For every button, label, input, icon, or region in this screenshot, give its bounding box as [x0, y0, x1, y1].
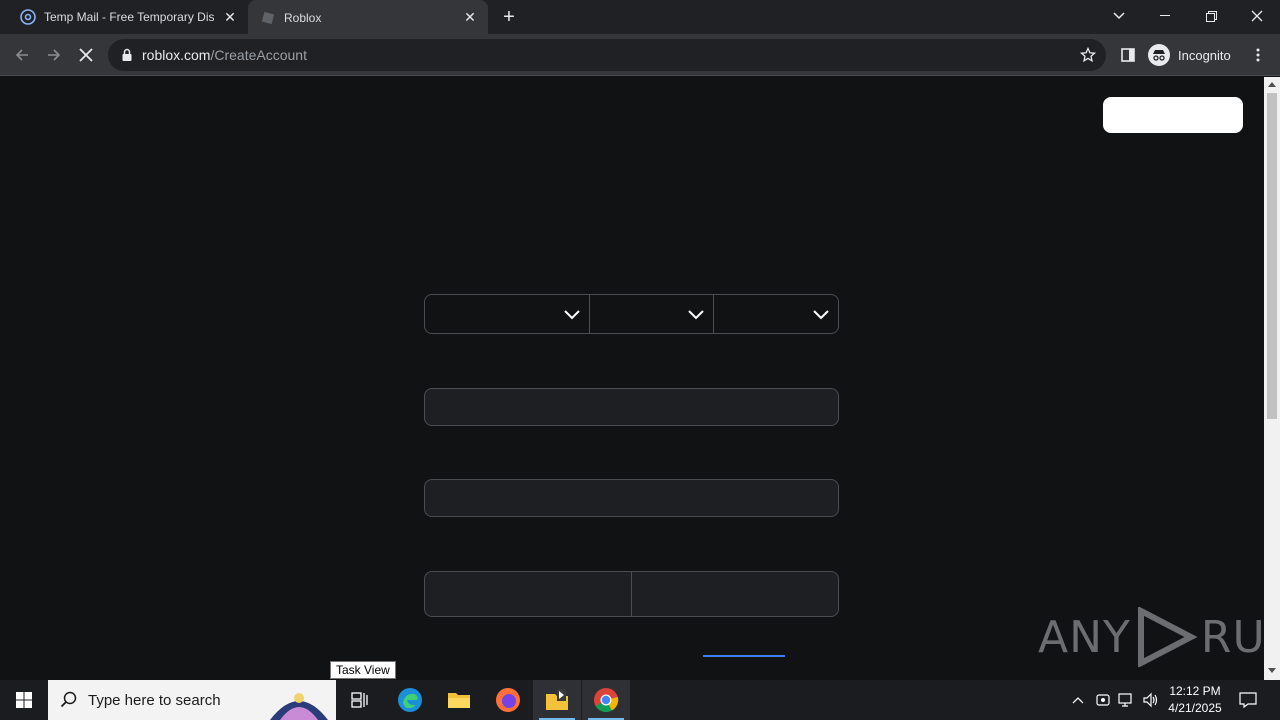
scrollbar-thumb[interactable]: [1267, 93, 1277, 419]
bookmark-star-icon[interactable]: [1080, 47, 1096, 63]
taskbar-search-box[interactable]: Type here to search: [48, 680, 336, 720]
edge-icon: [398, 688, 422, 712]
windows-taskbar: Type here to search 12:12 PM 4/21/2025: [0, 680, 1280, 720]
url-text: roblox.com/CreateAccount: [142, 47, 307, 63]
scroll-down-icon[interactable]: [1268, 668, 1276, 673]
restore-button[interactable]: [1188, 0, 1234, 32]
birthday-month-select[interactable]: [425, 295, 590, 333]
password-input[interactable]: [424, 479, 839, 517]
search-highlight-icon: [270, 693, 328, 720]
lock-icon: [122, 48, 132, 61]
close-tab-icon[interactable]: ✕: [462, 9, 478, 25]
minimize-button[interactable]: [1142, 0, 1188, 32]
birthday-year-select[interactable]: [714, 295, 838, 333]
search-icon: [60, 691, 77, 708]
tab-title: Roblox: [284, 11, 322, 25]
chevron-up-icon: [1072, 697, 1084, 704]
side-panel-button[interactable]: [1116, 43, 1140, 67]
network-icon: [1118, 693, 1132, 707]
back-button[interactable]: [10, 43, 34, 67]
chrome-icon: [594, 688, 619, 713]
incognito-label: Incognito: [1178, 47, 1231, 63]
side-panel-icon: [1121, 48, 1135, 62]
edge-taskbar-button[interactable]: [386, 680, 434, 720]
minimize-icon: [1160, 15, 1170, 16]
roblox-icon: [260, 10, 276, 26]
taskbar-clock[interactable]: 12:12 PM 4/21/2025: [1160, 683, 1230, 717]
restore-icon: [1205, 10, 1217, 22]
gender-option-male[interactable]: [632, 572, 838, 616]
browser-menu-button[interactable]: [1246, 43, 1270, 67]
search-placeholder: Type here to search: [88, 691, 221, 709]
browser-toolbar: roblox.com/CreateAccount Incognito: [0, 34, 1280, 76]
birthday-selector: [424, 294, 839, 334]
new-tab-button[interactable]: +: [498, 7, 520, 29]
page-scrollbar[interactable]: [1264, 77, 1280, 680]
start-button[interactable]: [0, 680, 48, 720]
notifications-button[interactable]: [1234, 680, 1262, 720]
address-bar[interactable]: roblox.com/CreateAccount: [108, 39, 1106, 71]
tab-temp-mail[interactable]: Temp Mail - Free Temporary Disp ✕: [8, 0, 248, 34]
chevron-down-icon: [1113, 12, 1125, 20]
firefox-taskbar-button[interactable]: [484, 680, 532, 720]
link-underline[interactable]: [703, 655, 785, 657]
chrome-taskbar-button[interactable]: [582, 680, 630, 720]
login-button[interactable]: [1103, 97, 1243, 133]
forward-button[interactable]: [42, 43, 66, 67]
firefox-icon: [496, 688, 520, 712]
incognito-indicator[interactable]: Incognito: [1148, 42, 1231, 68]
show-hidden-icons-button[interactable]: [1068, 680, 1088, 720]
task-view-button[interactable]: [336, 680, 384, 720]
file-explorer-taskbar-button[interactable]: [435, 680, 483, 720]
close-icon: [79, 48, 93, 62]
tab-strip: Temp Mail - Free Temporary Disp ✕ Roblox…: [0, 0, 1280, 36]
chevron-down-icon: [688, 310, 704, 320]
tray-app-button[interactable]: [1092, 680, 1114, 720]
username-input[interactable]: [424, 388, 839, 426]
notification-icon: [1239, 692, 1257, 708]
chevron-down-icon: [813, 310, 829, 320]
task-view-tooltip: Task View: [330, 661, 396, 679]
gender-selector: [424, 571, 839, 617]
clock-time: 12:12 PM: [1169, 684, 1221, 698]
anyrun-watermark: ANY RUN: [1038, 607, 1264, 667]
folder-icon: [448, 693, 470, 708]
tab-roblox[interactable]: Roblox ✕: [248, 0, 488, 36]
tab-search-button[interactable]: [1096, 0, 1142, 32]
task-view-icon: [351, 692, 368, 708]
incognito-icon: [1148, 44, 1170, 66]
close-window-button[interactable]: [1234, 0, 1280, 32]
back-arrow-icon: [15, 49, 28, 61]
chevron-down-icon: [564, 310, 580, 320]
birthday-day-select[interactable]: [590, 295, 714, 333]
windows-logo-icon: [16, 692, 32, 708]
speaker-icon: [1143, 692, 1158, 708]
volume-button[interactable]: [1140, 680, 1162, 720]
page-content: ANY RUN: [0, 77, 1264, 680]
media-folder-icon: [546, 689, 568, 710]
close-tab-icon[interactable]: ✕: [222, 9, 238, 25]
stop-loading-button[interactable]: [74, 43, 98, 67]
forward-arrow-icon: [48, 49, 61, 61]
meet-now-icon: [1096, 694, 1110, 706]
media-taskbar-button[interactable]: [533, 680, 581, 720]
play-logo-icon: [1137, 607, 1198, 667]
close-icon: [1251, 10, 1263, 22]
scroll-up-icon[interactable]: [1268, 82, 1276, 87]
tab-title: Temp Mail - Free Temporary Disp: [44, 10, 214, 24]
gender-option-female[interactable]: [425, 572, 632, 616]
at-sign-icon: [20, 9, 36, 25]
clock-date: 4/21/2025: [1168, 701, 1222, 715]
more-vert-icon: [1256, 48, 1260, 62]
network-button[interactable]: [1116, 680, 1138, 720]
